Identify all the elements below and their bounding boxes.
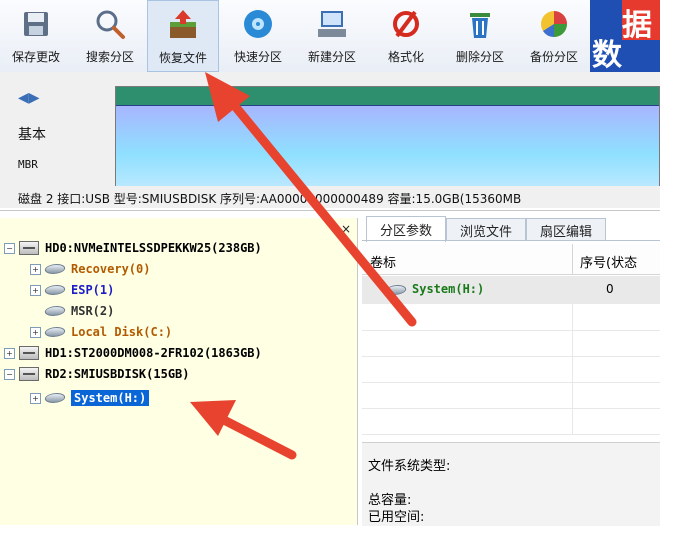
- annotation-arrows: [190, 72, 417, 460]
- arrow-to-restore-files: [205, 72, 417, 327]
- arrow-to-system-partition: [190, 400, 297, 460]
